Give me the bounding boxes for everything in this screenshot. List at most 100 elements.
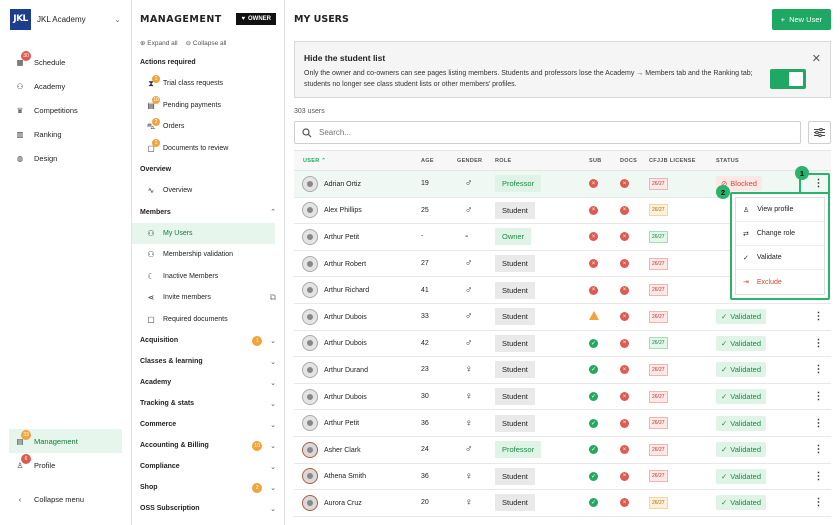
age: 27 bbox=[421, 260, 429, 268]
table-row[interactable]: Athena Smith 36 ♀ Student ✓ × 26/27 ✓ Validated ⋮ bbox=[294, 463, 831, 491]
age: 19 bbox=[421, 180, 429, 188]
check-circle-icon: ✓ bbox=[721, 418, 728, 428]
table-row[interactable]: Asher Clark 24 ♂ Professor ✓ × 26/27 ✓ Validated… bbox=[294, 436, 831, 464]
rail-item-ranking[interactable]: ▥ Ranking bbox=[0, 122, 131, 146]
section-classes-learning[interactable]: Classes & learning ⌄ bbox=[132, 351, 284, 372]
section-commerce[interactable]: Commerce ⌄ bbox=[132, 414, 284, 435]
collapse-all-button[interactable]: ⊖ Collapse all bbox=[186, 39, 227, 47]
x-circle-icon: × bbox=[589, 205, 598, 215]
female-icon: ♀ bbox=[465, 364, 473, 376]
column-header-docs[interactable]: DOCS bbox=[620, 150, 649, 171]
license-badge: 26/27 bbox=[649, 204, 668, 217]
filter-button[interactable] bbox=[808, 121, 831, 144]
license-badge: 26/27 bbox=[649, 230, 668, 243]
search-box[interactable] bbox=[294, 121, 801, 144]
column-header-cfjjb-license[interactable]: CFJJB LICENSE bbox=[649, 150, 716, 171]
more-actions-button[interactable]: ⋮ bbox=[806, 409, 831, 437]
menu-item-my-users[interactable]: ⚇ My Users bbox=[132, 222, 275, 244]
avatar bbox=[302, 361, 318, 378]
female-icon: ♀ bbox=[465, 497, 473, 509]
close-icon[interactable]: ✕ bbox=[812, 52, 821, 65]
column-header-user[interactable]: USER ⌃ bbox=[294, 150, 421, 171]
section-oss-subscription[interactable]: OSS Subscription ⌄ bbox=[132, 498, 284, 519]
menu-item-invite-members[interactable]: ⋖ Invite members ⧉ bbox=[132, 287, 284, 309]
section-tracking-stats[interactable]: Tracking & stats ⌄ bbox=[132, 393, 284, 414]
search-input[interactable] bbox=[319, 128, 719, 137]
sort-up-icon: ⌃ bbox=[319, 157, 327, 164]
new-user-button[interactable]: + New User bbox=[771, 8, 831, 30]
more-actions-button[interactable]: ⋮ bbox=[806, 436, 831, 464]
table-row[interactable]: Arthur Dubois 30 ♀ Student ✓ × 26/27 ✓ Validated… bbox=[294, 383, 831, 411]
table-row[interactable]: Arthur Dubois 33 ♂ Student × 26/27 ✓ Validated ⋮ bbox=[294, 303, 831, 331]
menu-item-trial-class-requests[interactable]: ⧗ 1 Trial class requests bbox=[132, 73, 284, 95]
menu-item-overview[interactable]: ∿ Overview bbox=[132, 180, 284, 202]
column-header-gender[interactable]: GENDER bbox=[457, 150, 495, 171]
menu-item-orders[interactable]: ⛍ 2 Orders bbox=[132, 116, 284, 138]
male-icon: ♂ bbox=[465, 284, 473, 296]
more-actions-button[interactable]: ⋮ bbox=[806, 489, 831, 517]
x-circle-icon: × bbox=[589, 259, 598, 269]
table-row[interactable]: Arthur Petit 36 ♀ Student ✓ × 26/27 ✓ Validated ⋮ bbox=[294, 409, 831, 437]
menu-item-pending-payments[interactable]: ▤ 10 Pending payments bbox=[132, 95, 284, 117]
expand-all-button[interactable]: ⊕ Expand all bbox=[140, 39, 178, 47]
section-accounting-billing[interactable]: Accounting & Billing 10 ⌄ bbox=[132, 435, 284, 456]
check-circle-icon: ✓ bbox=[721, 445, 728, 455]
more-actions-button[interactable]: ⋮ bbox=[806, 330, 831, 358]
section-shop[interactable]: Shop 2 ⌄ bbox=[132, 477, 284, 498]
rail-item-schedule[interactable]: ▦ 30 Schedule bbox=[0, 50, 131, 74]
check-circle-icon: ✓ bbox=[589, 392, 598, 402]
rail-item-collapse-menu[interactable]: ‹ Collapse menu bbox=[0, 487, 131, 511]
license-badge: 26/27 bbox=[649, 363, 668, 376]
table-row[interactable]: Aurora Cruz 20 ♀ Student ✓ × 26/27 ✓ Validated ⋮ bbox=[294, 489, 831, 517]
row-actions-dropdown: ♙ View profile ⇄ Change role ✓ Validate ⇥ Exclu… bbox=[730, 192, 830, 300]
dropdown-view-profile[interactable]: ♙ View profile bbox=[736, 198, 824, 222]
org-name: JKL Academy bbox=[37, 14, 86, 24]
table-row[interactable]: Arthur Durand 23 ♀ Student ✓ × 26/27 ✓ Validated… bbox=[294, 356, 831, 384]
check-circle-icon: ✓ bbox=[721, 498, 728, 508]
rail-item-design[interactable]: ◍ Design bbox=[0, 146, 131, 170]
column-header-status[interactable]: STATUS bbox=[716, 150, 806, 171]
status-label: Validated bbox=[730, 445, 762, 455]
dropdown-change-role[interactable]: ⇄ Change role bbox=[736, 222, 824, 246]
more-actions-button[interactable]: ⋮ bbox=[806, 356, 831, 384]
column-header-role[interactable]: ROLE bbox=[495, 150, 589, 171]
age: 41 bbox=[421, 286, 429, 294]
table-row[interactable]: Arthur Dubois 42 ♂ Student ✓ × 26/27 ✓ Validated… bbox=[294, 330, 831, 358]
hourglass-icon: ⧗ 1 bbox=[146, 74, 160, 89]
dropdown-label: Validate bbox=[756, 254, 782, 261]
podium-icon: ▥ bbox=[16, 129, 24, 139]
menu-item-membership-validation[interactable]: ⚇ Membership validation bbox=[132, 244, 284, 266]
avatar bbox=[302, 441, 318, 458]
section-academy[interactable]: Academy ⌄ bbox=[132, 372, 284, 393]
section-members[interactable]: Members ⌃ bbox=[132, 202, 284, 223]
section-acquisition[interactable]: Acquisition 1 ⌄ bbox=[132, 330, 284, 351]
avatar bbox=[302, 308, 318, 325]
more-actions-button[interactable]: ⋮ bbox=[806, 383, 831, 411]
male-icon: ♂ bbox=[465, 311, 473, 323]
menu-item-required-documents[interactable]: ▢ Required documents bbox=[132, 309, 284, 331]
more-actions-button[interactable]: ⋮ bbox=[806, 303, 831, 331]
column-header-sub[interactable]: SUB bbox=[589, 150, 620, 171]
avatar bbox=[302, 415, 318, 432]
more-actions-button[interactable]: ⋮ bbox=[806, 463, 831, 491]
dropdown-validate[interactable]: ✓ Validate bbox=[736, 246, 824, 270]
hide-list-toggle[interactable] bbox=[770, 69, 806, 89]
badge: 10 bbox=[152, 96, 160, 105]
x-circle-icon: × bbox=[620, 365, 629, 375]
avatar bbox=[302, 175, 318, 192]
column-header-age[interactable]: AGE bbox=[421, 150, 457, 171]
role-badge: Student bbox=[495, 255, 535, 273]
rail-item-management[interactable]: ▤ 33 Management bbox=[9, 429, 122, 453]
section-compliance[interactable]: Compliance ⌄ bbox=[132, 456, 284, 477]
org-switcher[interactable]: JKL JKL Academy ⌄ bbox=[0, 0, 131, 38]
dropdown-exclude[interactable]: ⇥ Exclude bbox=[736, 270, 824, 294]
rail-item-academy[interactable]: ⚇ Academy bbox=[0, 74, 131, 98]
document-icon: ▢ bbox=[147, 314, 155, 324]
menu-item-inactive-members[interactable]: ☾ Inactive Members bbox=[132, 266, 284, 288]
copy-icon[interactable]: ⧉ bbox=[270, 292, 276, 303]
rail-item-profile[interactable]: ♙ 6 Profile bbox=[0, 453, 131, 477]
menu-item-documents-to-review[interactable]: ▢ 1 Documents to review bbox=[132, 138, 284, 160]
rail-item-competitions[interactable]: ♛ Competitions bbox=[0, 98, 131, 122]
rail-bottom: ▤ 33 Management ♙ 6 Profile ‹ Collapse menu bbox=[0, 429, 131, 511]
badge: 1 bbox=[252, 335, 263, 346]
